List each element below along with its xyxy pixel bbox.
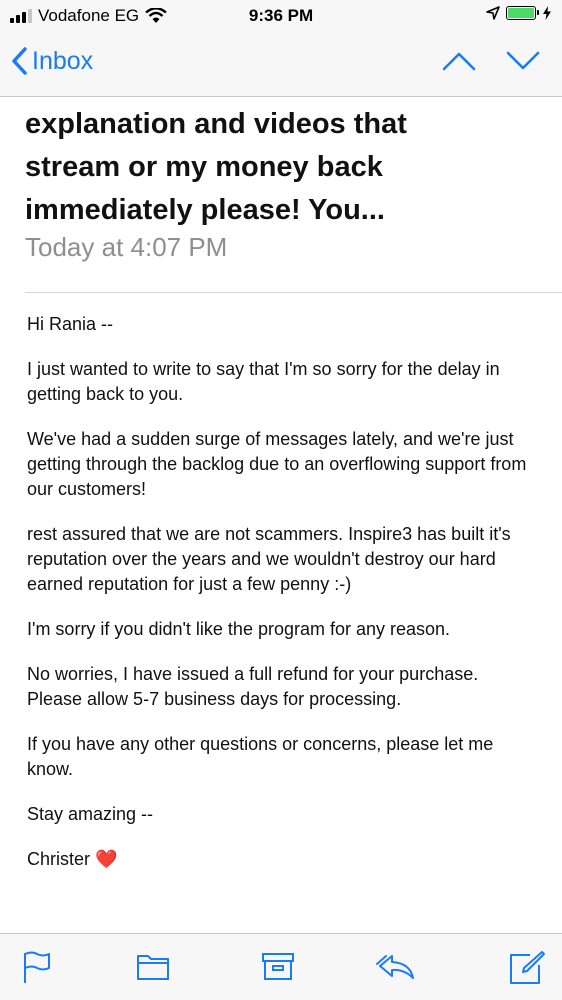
status-right [486,6,552,20]
compose-button[interactable] [508,950,546,991]
signature: Christer ❤️ [27,847,527,872]
back-to-inbox-button[interactable]: Inbox [10,46,93,76]
body-paragraph: We've had a sudden surge of messages lat… [27,429,527,499]
greeting: Hi Rania -- [27,314,114,334]
move-to-folder-button[interactable] [136,950,170,987]
flag-icon [24,951,50,983]
body-paragraph: If you have any other questions or conce… [27,734,494,779]
chevron-down-icon [506,51,540,70]
battery-icon [506,6,539,20]
reply-button[interactable] [376,950,416,987]
message-subject: explanation and videos that stream or my… [25,103,535,232]
message-header: explanation and videos that stream or my… [0,97,562,293]
nav-bar: Inbox [0,36,562,97]
reply-icon [376,955,414,979]
location-arrow-icon [486,6,500,20]
closing: Stay amazing -- [27,804,154,824]
body-paragraph: No worries, I have issued a full refund … [27,664,479,709]
next-message-button[interactable] [506,50,540,77]
bottom-toolbar [0,933,562,1000]
archive-icon [262,953,294,980]
status-time: 9:36 PM [248,6,314,25]
message-nav-arrows [442,50,540,77]
body-paragraph: rest assured that we are not scammers. I… [27,524,511,594]
subject-line-3: immediately please! You... [25,194,385,226]
subject-line-2: stream or my money back [25,151,383,183]
message-date: Today at 4:07 PM [25,232,228,262]
back-label: Inbox [32,46,94,75]
charging-bolt-icon [543,6,551,20]
message-body: Hi Rania -- I just wanted to write to sa… [27,312,527,892]
signature-name: Christer [27,849,91,869]
body-paragraph: I just wanted to write to say that I'm s… [27,359,500,404]
subject-line-1: explanation and videos that [25,108,407,140]
previous-message-button[interactable] [442,50,476,77]
flag-button[interactable] [22,950,52,989]
compose-icon [510,951,545,984]
chevron-up-icon [442,52,476,71]
folder-icon [137,955,169,980]
header-divider [25,292,562,293]
body-paragraph: I'm sorry if you didn't like the program… [27,619,451,639]
status-bar: Vodafone EG 9:36 PM [0,0,562,36]
chevron-left-icon [12,47,27,75]
archive-button[interactable] [262,950,294,987]
heart-icon: ❤️ [95,849,118,869]
